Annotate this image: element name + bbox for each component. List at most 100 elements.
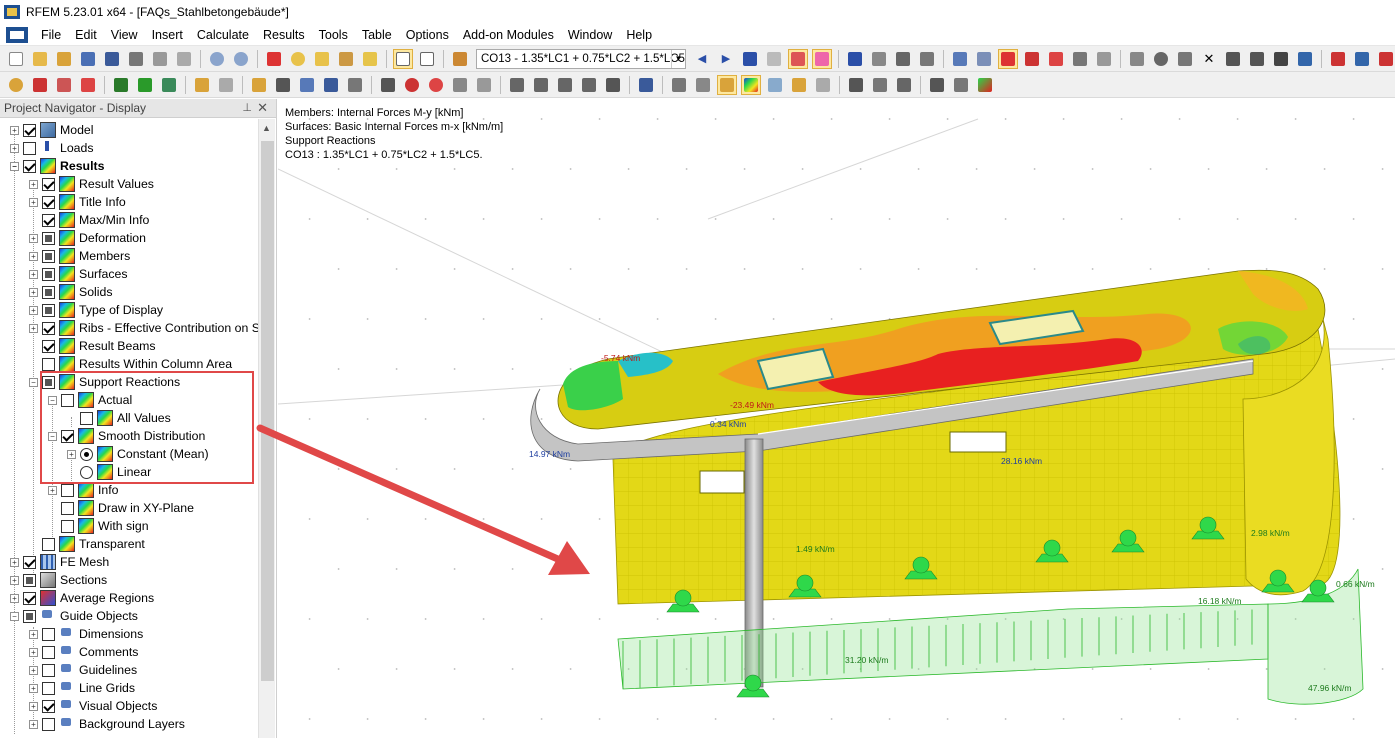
title-info-checkbox[interactable] [42,195,55,209]
tree-item-ribs[interactable]: + Ribs - Effective Contribution on S [29,319,258,337]
view-minus-y-icon[interactable] [579,75,599,95]
new-member-icon[interactable] [54,75,74,95]
menu-add-on-modules[interactable]: Add-on Modules [456,28,561,42]
load-case-icon[interactable] [450,49,470,69]
settings-icon[interactable] [1295,49,1315,69]
average-regions-checkbox[interactable] [23,591,36,605]
expand-icon[interactable]: + [29,287,38,297]
open-folder-icon[interactable] [30,49,50,69]
frame-icon[interactable] [273,75,293,95]
view-box-icon[interactable] [360,49,380,69]
expand-icon[interactable]: + [29,665,38,675]
print-icon[interactable] [126,49,146,69]
expand-icon[interactable]: + [29,197,38,207]
expand-icon[interactable]: + [10,125,19,135]
deformation-icon[interactable] [869,49,889,69]
tree-item-title-info[interactable]: + Title Info [29,193,126,211]
menu-insert[interactable]: Insert [145,28,190,42]
expand-icon[interactable]: + [29,647,38,657]
menu-edit[interactable]: Edit [68,28,104,42]
table-icon[interactable] [894,75,914,95]
scroll-up-icon[interactable]: ▲ [262,123,271,133]
animate-icon[interactable] [845,49,865,69]
tree-item-line-grids[interactable]: + Line Grids [29,679,135,697]
mesh-icon[interactable] [950,49,970,69]
dimensions-checkbox[interactable] [42,627,55,641]
max-min-icon[interactable] [812,48,832,69]
save-all-icon[interactable] [102,49,122,69]
transparent-checkbox[interactable] [42,537,55,551]
results-checkbox[interactable] [23,159,36,173]
show-results-icon[interactable] [788,48,808,69]
search-icon[interactable] [402,75,422,95]
new-file-icon[interactable] [6,49,26,69]
tree-item-loads[interactable]: + Loads [10,139,94,157]
tree-item-with-sign[interactable]: With sign [61,517,149,535]
print-preview-icon[interactable] [174,49,194,69]
tree-item-deformation[interactable]: + Deformation [29,229,146,247]
design-check-icon[interactable] [975,75,995,95]
scrollbar-thumb[interactable] [261,141,274,681]
expand-icon[interactable]: + [10,143,19,153]
table-toggle-icon[interactable] [417,49,437,69]
next-icon[interactable]: ▶ [716,49,736,69]
visibility-icon[interactable] [789,75,809,95]
results-icon[interactable] [740,49,760,69]
open-model-icon[interactable] [54,49,74,69]
view-y-icon[interactable] [531,75,551,95]
result-values-checkbox[interactable] [42,177,55,191]
new-node-icon[interactable] [6,75,26,95]
member-type-icon[interactable] [693,75,713,95]
deformation-checkbox[interactable] [42,231,55,245]
line-type-icon[interactable] [669,75,689,95]
ribs-checkbox[interactable] [42,321,55,335]
expand-icon[interactable]: + [48,485,57,495]
result-values-icon[interactable] [764,49,784,69]
expand-icon[interactable]: + [29,629,38,639]
level-icon[interactable] [870,75,890,95]
undo-icon[interactable] [207,49,227,69]
surfaces-checkbox[interactable] [42,267,55,281]
tree-item-guide-objects[interactable]: − Guide Objects [10,607,138,625]
expand-icon[interactable]: + [10,575,19,585]
solid-view-icon[interactable] [474,75,494,95]
graphics-viewport[interactable]: -5.74 kNm -23.49 kNm 0.34 kNm 14.97 kNm … [278,99,1395,738]
menu-table[interactable]: Table [355,28,399,42]
delete-icon[interactable]: ✕ [1199,49,1219,69]
info-checkbox[interactable] [61,483,74,497]
check-icon[interactable] [378,75,398,95]
tree-item-sections[interactable]: + Sections [10,571,107,589]
with-sign-checkbox[interactable] [61,519,74,533]
visual-objects-checkbox[interactable] [42,699,55,713]
filter-icon[interactable] [917,49,937,69]
new-line-icon[interactable] [30,75,50,95]
menu-help[interactable]: Help [619,28,659,42]
line-grids-checkbox[interactable] [42,681,55,695]
tree-item-draw-in-xy-plane[interactable]: Draw in XY-Plane [61,499,194,517]
fe-mesh-checkbox[interactable] [23,555,36,569]
expand-icon[interactable]: + [29,683,38,693]
pan-icon[interactable] [336,49,356,69]
menu-view[interactable]: View [104,28,145,42]
expand-icon[interactable]: + [29,305,38,315]
result-beams-checkbox[interactable] [42,339,55,353]
find-icon[interactable] [426,75,446,95]
chevron-down-icon[interactable]: ▼ [671,49,685,68]
tree-item-results[interactable]: − Results [10,157,104,175]
measure-icon[interactable] [1127,49,1147,69]
box-icon[interactable] [321,75,341,95]
grid-icon[interactable] [974,49,994,69]
expand-icon[interactable]: + [29,179,38,189]
export-icon[interactable] [1328,49,1348,69]
collapse-icon[interactable]: − [29,377,38,387]
tree-item-type-of-display[interactable]: + Type of Display [29,301,163,319]
pdf-icon[interactable] [1376,49,1395,69]
tree-item-visual-objects[interactable]: + Visual Objects [29,697,157,715]
expand-icon[interactable]: + [10,557,19,567]
expand-icon[interactable]: + [29,323,38,333]
group-icon[interactable] [846,75,866,95]
menu-window[interactable]: Window [561,28,619,42]
load-wizard-icon[interactable] [159,75,179,95]
load-combination-select[interactable]: CO13 - 1.35*LC1 + 0.75*LC2 + 1.5*LC5 ▼ [476,48,686,69]
collapse-icon[interactable]: − [10,611,19,621]
